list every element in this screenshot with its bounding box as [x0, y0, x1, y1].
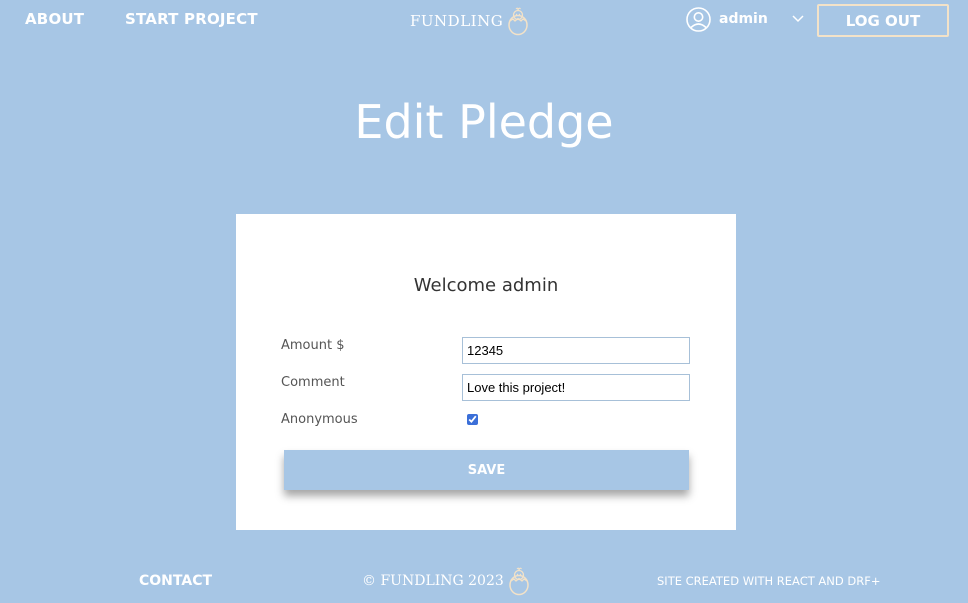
welcome-message: Welcome admin	[413, 275, 559, 296]
logo-text: FUNDLING	[410, 12, 504, 30]
user-name: admin	[719, 11, 768, 27]
amount-input[interactable]	[462, 337, 690, 364]
comment-input[interactable]	[462, 374, 690, 401]
save-button[interactable]: SAVE	[284, 450, 689, 490]
copyright-text: © FUNDLING 2023	[362, 573, 504, 589]
comment-label: Comment	[281, 375, 345, 390]
anonymous-label: Anonymous	[281, 412, 358, 427]
logout-button[interactable]: LOG OUT	[817, 4, 949, 37]
page: ABOUT START PROJECT FUNDLING admin LOG O…	[0, 0, 968, 603]
chick-egg-icon	[508, 7, 528, 36]
chevron-down-icon[interactable]	[788, 12, 808, 26]
user-menu[interactable]: admin	[686, 6, 808, 32]
nav-start-project-link[interactable]: START PROJECT	[125, 10, 258, 28]
page-title: Edit Pledge	[354, 95, 614, 149]
amount-label: Amount $	[281, 338, 345, 353]
pledge-form-card: Welcome admin Amount $ Comment Anonymous…	[236, 214, 736, 530]
site-logo[interactable]: FUNDLING	[410, 6, 529, 36]
anonymous-checkbox[interactable]	[467, 414, 478, 425]
chick-egg-icon	[509, 567, 529, 596]
nav-about-link[interactable]: ABOUT	[25, 10, 84, 28]
footer-contact-link[interactable]: CONTACT	[139, 573, 212, 589]
user-circle-icon	[686, 6, 711, 32]
footer-copyright: © FUNDLING 2023	[362, 566, 530, 596]
footer-credit: SITE CREATED WITH REACT AND DRF+	[657, 574, 881, 588]
